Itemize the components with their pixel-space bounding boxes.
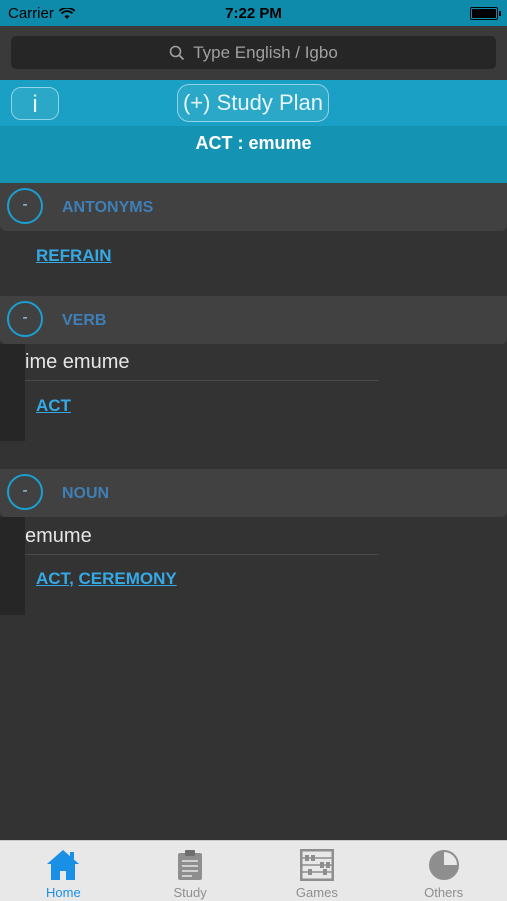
entry-title: ACT : emume (195, 133, 312, 153)
tab-home[interactable]: Home (0, 841, 127, 901)
tab-home-label: Home (46, 885, 81, 900)
antonyms-label: ANTONYMS (62, 199, 154, 216)
noun-link-act[interactable]: ACT (36, 569, 69, 588)
verb-section-header[interactable]: - VERB (0, 296, 507, 344)
verb-igbo-text: ime emume (25, 351, 130, 373)
noun-igbo-text: emume (25, 525, 92, 547)
collapse-toggle-icon[interactable]: - (7, 301, 43, 337)
collapse-toggle-icon[interactable]: - (7, 474, 43, 510)
verb-link-act[interactable]: ACT (36, 396, 71, 415)
verb-label: VERB (62, 312, 107, 329)
divider (25, 554, 379, 555)
home-icon (47, 850, 80, 880)
collapse-toggle-icon[interactable]: - (7, 188, 43, 224)
entry-header: i (+) Study Plan ACT : emume (0, 80, 507, 183)
antonyms-section-header[interactable]: - ANTONYMS (0, 183, 507, 231)
link-separator: , (69, 569, 79, 588)
noun-label: NOUN (62, 485, 110, 502)
abacus-icon (299, 849, 334, 881)
divider (25, 380, 379, 381)
noun-link-ceremony[interactable]: CEREMONY (79, 569, 177, 588)
pie-icon (428, 850, 459, 880)
noun-section-header[interactable]: - NOUN (0, 469, 507, 517)
search-area: Type English / Igbo (0, 26, 507, 80)
noun-side-bar (0, 517, 25, 615)
search-icon (169, 45, 185, 60)
status-time: 7:22 PM (225, 5, 282, 22)
status-bar: Carrier 7:22 PM (0, 0, 507, 26)
antonym-link-refrain[interactable]: REFRAIN (36, 246, 112, 265)
tab-bar: Home Study Games Others (0, 840, 507, 901)
search-placeholder: Type English / Igbo (193, 42, 338, 62)
tab-others[interactable]: Others (380, 841, 507, 901)
clipboard-icon (178, 850, 203, 880)
study-plan-button[interactable]: (+) Study Plan (177, 84, 329, 122)
tab-study-label: Study (173, 885, 207, 900)
battery-icon (470, 7, 501, 20)
tab-study[interactable]: Study (127, 841, 254, 901)
tab-games[interactable]: Games (254, 841, 381, 901)
verb-side-bar (0, 344, 25, 441)
tab-others-label: Others (424, 885, 464, 900)
info-button[interactable]: i (11, 87, 59, 120)
search-input[interactable]: Type English / Igbo (11, 36, 496, 69)
tab-games-label: Games (295, 885, 338, 900)
noun-references: ACT, CEREMONY (36, 569, 177, 589)
verb-references: ACT (36, 396, 71, 416)
